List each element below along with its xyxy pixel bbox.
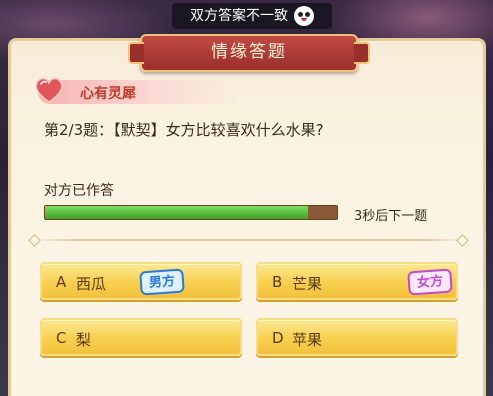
option-text: 梨 [76, 331, 92, 349]
category-ribbon [38, 80, 238, 104]
sad-face-icon [294, 6, 314, 26]
partner-status-label: 对方已作答 [44, 183, 114, 199]
option-letter: C [56, 329, 67, 347]
option-text: 西瓜 [76, 275, 107, 293]
section-divider [34, 239, 464, 241]
countdown-progress-fill [45, 206, 308, 219]
option-letter: B [272, 273, 283, 291]
question-text: 第2/3题：【默契】女方比较喜欢什么水果? [44, 121, 324, 139]
option-d-button[interactable]: D 苹果 [256, 318, 458, 356]
notice-text: 双方答案不一致 [190, 8, 288, 24]
female-choice-badge: 女方 [407, 268, 453, 296]
option-a-button[interactable]: A 西瓜 男方 [40, 262, 242, 300]
category-label: 心有灵犀 [80, 86, 136, 102]
option-letter: A [56, 273, 67, 291]
dialog-title: 情缘答题 [128, 34, 370, 72]
option-letter: D [272, 329, 284, 347]
answer-mismatch-notice: 双方答案不一致 [172, 3, 332, 29]
option-c-button[interactable]: C 梨 [40, 318, 242, 356]
option-b-button[interactable]: B 芒果 女方 [256, 262, 458, 300]
option-text: 苹果 [292, 331, 323, 349]
countdown-progress-bar [44, 205, 338, 220]
male-choice-badge: 男方 [139, 268, 185, 296]
next-question-countdown: 3秒后下一题 [354, 209, 428, 224]
option-text: 芒果 [292, 275, 323, 293]
heart-icon [35, 77, 63, 103]
